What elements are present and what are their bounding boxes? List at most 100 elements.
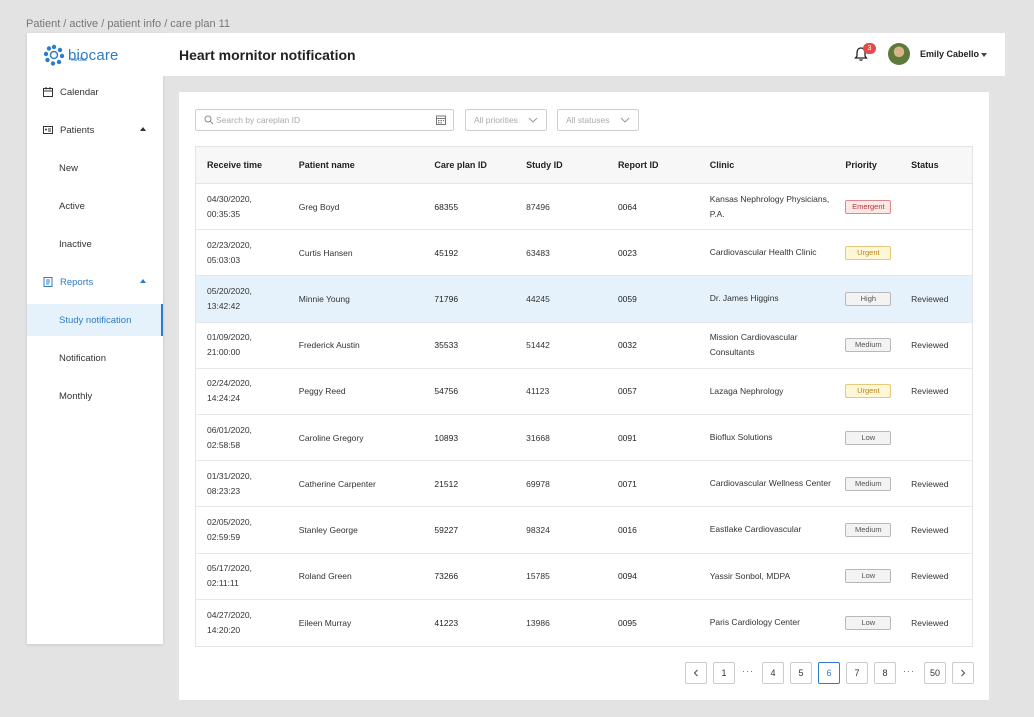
receive-time-cell: 05/17/2020, 02:11:11 bbox=[196, 561, 288, 591]
avatar[interactable] bbox=[888, 43, 910, 65]
priority-badge: Medium bbox=[845, 522, 892, 537]
pagination-ellipsis: ··· bbox=[742, 666, 754, 676]
priority-cell: Emergent bbox=[834, 199, 902, 214]
table-row[interactable]: 04/27/2020, 14:20:20 Eileen Murray 41223 139… bbox=[196, 600, 972, 646]
report-id-cell: 0064 bbox=[617, 201, 637, 212]
patient-name-cell: Catherine Carpenter bbox=[298, 478, 376, 489]
report-id-cell: 0057 bbox=[617, 386, 637, 397]
page-button-4[interactable]: 4 bbox=[762, 662, 784, 684]
page-button-1[interactable]: 1 bbox=[713, 662, 735, 684]
care-plan-id-cell: 41223 bbox=[434, 617, 459, 628]
table-row[interactable]: 02/24/2020, 14:24:24 Peggy Reed 54756 41123 0… bbox=[196, 369, 972, 415]
study-id-cell: 41123 bbox=[526, 386, 550, 397]
study-id-cell: 44245 bbox=[526, 293, 550, 304]
caret-down-icon[interactable] bbox=[981, 53, 987, 57]
status-cell: Reviewed bbox=[911, 571, 949, 582]
receive-date: 05/17/2020, bbox=[207, 563, 252, 574]
biocare-logo[interactable]: biocare bbox=[43, 42, 119, 68]
sidebar-item-inactive[interactable]: Inactive bbox=[27, 228, 163, 260]
page-button-6[interactable]: 6 bbox=[818, 662, 840, 684]
top-header: Heart mornitor notification 3 Emily Cabe… bbox=[163, 33, 1005, 76]
pagination-ellipsis: ··· bbox=[903, 666, 915, 676]
search-input[interactable] bbox=[216, 112, 426, 128]
status-filter[interactable]: All statuses bbox=[557, 109, 639, 131]
page-button-5[interactable]: 5 bbox=[790, 662, 812, 684]
search-field[interactable] bbox=[195, 109, 454, 131]
table-row[interactable]: 02/05/2020, 02:59:59 Stanley George 59227 98… bbox=[196, 507, 972, 554]
sidebar-item-patients[interactable]: Patients bbox=[27, 114, 163, 146]
status-cell: Reviewed bbox=[911, 340, 949, 351]
patient-name-cell: Curtis Hansen bbox=[298, 247, 353, 258]
table-header: Receive time Patient name Care plan ID S… bbox=[196, 147, 972, 184]
column-header-patient-name[interactable]: Patient name bbox=[288, 160, 424, 170]
priority-cell: Low bbox=[834, 430, 902, 445]
page-button-8[interactable]: 8 bbox=[874, 662, 896, 684]
report-id-cell: 0095 bbox=[617, 617, 637, 628]
table-body: 04/30/2020, 00:35:35 Greg Boyd 68355 87496 00… bbox=[196, 184, 972, 646]
study-id-cell: 87496 bbox=[526, 201, 550, 212]
column-header-clinic[interactable]: Clinic bbox=[699, 158, 835, 173]
sidebar-item-active[interactable]: Active bbox=[27, 190, 163, 222]
sidebar-item-monthly[interactable]: Monthly bbox=[27, 380, 163, 412]
next-page-button[interactable] bbox=[952, 662, 974, 684]
priority-cell: High bbox=[834, 291, 902, 306]
receive-time-cell: 05/20/2020, 13:42:42 bbox=[196, 284, 288, 314]
table-row[interactable]: 05/20/2020, 13:42:42 Minnie Young 71796 4424… bbox=[196, 276, 972, 323]
receive-time: 00:35:35 bbox=[207, 208, 241, 219]
study-id-cell: 31668 bbox=[526, 432, 550, 443]
sidebar-item-notification[interactable]: Notification bbox=[27, 342, 163, 374]
page-button-7[interactable]: 7 bbox=[846, 662, 868, 684]
calendar-icon[interactable] bbox=[436, 115, 446, 125]
patient-name-cell: Frederick Austin bbox=[298, 340, 360, 351]
page-button-50[interactable]: 50 bbox=[924, 662, 946, 684]
priority-cell: Medium bbox=[834, 522, 902, 537]
sidebar-item-new[interactable]: New bbox=[27, 152, 163, 184]
column-header-receive-time[interactable]: Receive time bbox=[196, 158, 288, 173]
sidebar-item-reports[interactable]: Reports bbox=[27, 266, 163, 298]
column-header-care-plan-id[interactable]: Care plan ID bbox=[423, 160, 515, 170]
table-row[interactable]: 01/31/2020, 08:23:23 Catherine Carpenter 21… bbox=[196, 461, 972, 508]
care-plan-id-cell: 45192 bbox=[434, 247, 459, 258]
table-row[interactable]: 02/23/2020, 05:03:03 Curtis Hansen 45192 634… bbox=[196, 230, 972, 277]
column-header-report-id[interactable]: Report ID bbox=[607, 160, 699, 170]
clinic-cell: Cardiovascular Wellness Center bbox=[709, 478, 831, 489]
receive-time-cell: 01/09/2020, 21:00:00 bbox=[196, 330, 288, 360]
priority-filter[interactable]: All priorities bbox=[465, 109, 547, 131]
clinic-cell: Lazaga Nephrology bbox=[709, 385, 784, 396]
receive-time: 02:59:59 bbox=[207, 531, 241, 542]
priority-filter-value: All priorities bbox=[474, 115, 518, 125]
column-header-study-id[interactable]: Study ID bbox=[515, 160, 607, 170]
receive-time-cell: 04/30/2020, 00:35:35 bbox=[196, 192, 288, 222]
priority-badge: Urgent bbox=[845, 384, 892, 399]
care-plan-id-cell: 35533 bbox=[434, 340, 459, 351]
breadcrumb: Patient / active / patient info / care p… bbox=[26, 18, 231, 30]
priority-badge: Medium bbox=[845, 338, 892, 353]
receive-date: 01/31/2020, bbox=[207, 470, 252, 481]
column-header-priority[interactable]: Priority bbox=[834, 160, 902, 170]
sidebar-item-label: Patients bbox=[60, 124, 95, 136]
sidebar-item-label: Calendar bbox=[60, 86, 99, 98]
table-row[interactable]: 01/09/2020, 21:00:00 Frederick Austin 35533… bbox=[196, 323, 972, 369]
table-row[interactable]: 05/17/2020, 02:11:11 Roland Green 73266 1578… bbox=[196, 554, 972, 600]
report-id-cell: 0094 bbox=[617, 571, 637, 582]
care-plan-id-cell: 54756 bbox=[434, 386, 459, 397]
notification-count-badge: 3 bbox=[863, 43, 876, 54]
study-id-cell: 98324 bbox=[526, 524, 550, 535]
receive-date: 02/05/2020, bbox=[207, 516, 252, 527]
user-name[interactable]: Emily Cabello bbox=[920, 49, 979, 59]
receive-time: 02:11:11 bbox=[207, 578, 239, 589]
clinic-cell: Dr. James Higgins bbox=[709, 293, 779, 304]
study-id-cell: 63483 bbox=[526, 247, 550, 258]
receive-date: 01/09/2020, bbox=[207, 332, 252, 343]
table-row[interactable]: 06/01/2020, 02:58:58 Caroline Gregory 10893… bbox=[196, 415, 972, 462]
table-row[interactable]: 04/30/2020, 00:35:35 Greg Boyd 68355 87496 00… bbox=[196, 184, 972, 231]
report-id-cell: 0091 bbox=[617, 432, 637, 443]
sidebar-item-calendar[interactable]: Calendar bbox=[27, 76, 163, 108]
clinic-cell: Mission Cardiovascular Consultants bbox=[709, 332, 798, 358]
caret-up-icon bbox=[140, 279, 146, 283]
search-icon bbox=[204, 115, 214, 125]
priority-cell: Low bbox=[834, 569, 902, 584]
prev-page-button[interactable] bbox=[685, 662, 707, 684]
column-header-status[interactable]: Status bbox=[902, 160, 972, 170]
sidebar-item-study-notification[interactable]: Study notification bbox=[27, 304, 163, 336]
